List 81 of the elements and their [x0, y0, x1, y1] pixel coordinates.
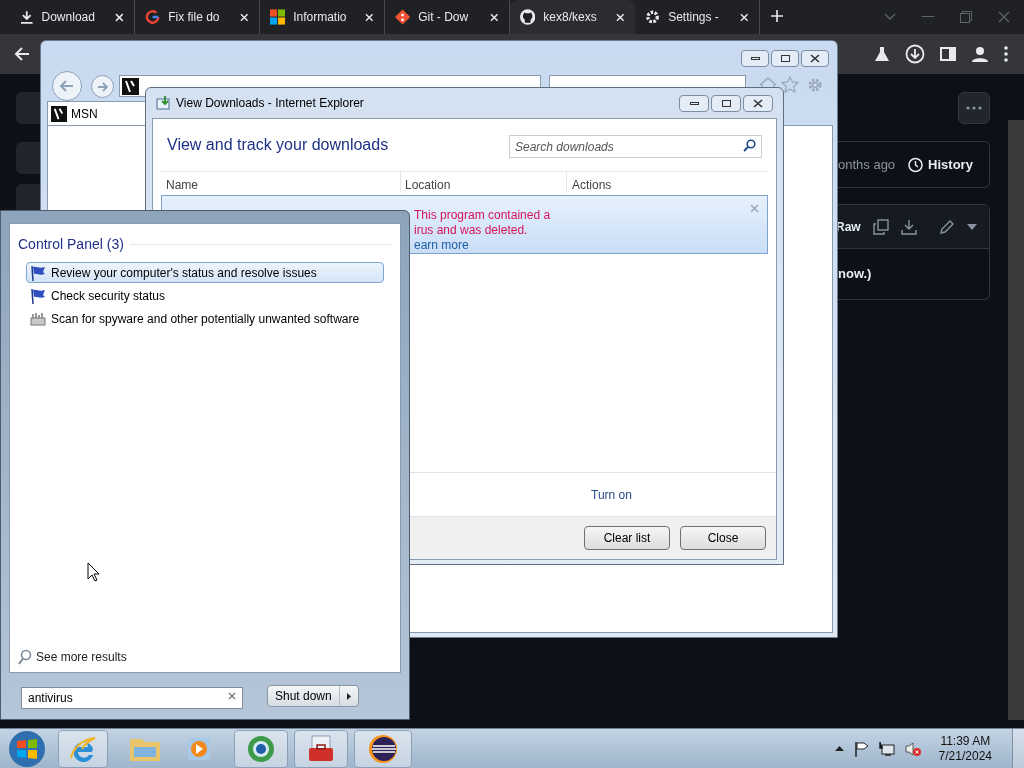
dialog-heading: View and track your downloads — [167, 135, 389, 155]
see-more-results[interactable]: See more results — [10, 648, 400, 672]
flask-icon[interactable] — [874, 46, 890, 62]
group-heading: Control Panel (3) — [18, 235, 124, 254]
forward-arrow-icon — [97, 81, 108, 92]
gear-icon — [645, 9, 661, 25]
turn-on-link[interactable]: Turn on — [591, 485, 632, 504]
column-header[interactable]: Name — [161, 172, 401, 193]
restore-icon[interactable] — [960, 11, 972, 23]
start-button[interactable] — [8, 729, 46, 768]
star-icon[interactable] — [781, 76, 799, 94]
maximize-button[interactable] — [711, 94, 741, 112]
download-icon[interactable] — [900, 218, 917, 235]
search-result[interactable]: Review your computer's status and resolve issues — [26, 262, 384, 283]
plus-icon — [770, 9, 784, 23]
maximize-button[interactable] — [771, 50, 799, 67]
copy-icon[interactable] — [872, 218, 889, 235]
sidebar-button[interactable] — [16, 92, 42, 124]
show-hidden-icons-icon[interactable] — [834, 746, 844, 751]
menu-icon[interactable] — [1004, 46, 1008, 62]
window-title: View Downloads - Internet Explorer — [176, 95, 364, 112]
file-text: now.) — [838, 265, 872, 284]
minimize-button[interactable] — [741, 50, 769, 67]
globe-taskbar-button[interactable] — [234, 729, 288, 768]
clear-icon[interactable] — [228, 692, 236, 700]
download-icon — [20, 10, 34, 24]
toolbox-icon — [306, 733, 336, 764]
g-logo-icon — [145, 9, 161, 25]
site-icon — [122, 77, 139, 95]
back-arrow-icon — [60, 80, 74, 92]
octocat-icon — [520, 9, 536, 25]
flag-icon — [30, 264, 46, 281]
updated-time: onths ago — [838, 155, 896, 174]
minimize-button[interactable] — [679, 94, 709, 112]
dots-icon — [966, 106, 982, 110]
show-desktop-button[interactable] — [1012, 728, 1024, 768]
flag-icon — [30, 287, 46, 304]
search-icon[interactable] — [743, 138, 756, 152]
browser-tab[interactable]: kex8/kexs — [510, 0, 635, 34]
learn-more-link[interactable]: earn more — [414, 238, 551, 253]
scrollbar[interactable] — [1008, 120, 1024, 720]
network-icon[interactable] — [878, 740, 895, 757]
pencil-icon[interactable] — [938, 218, 955, 235]
close-icon — [810, 54, 820, 63]
search-field[interactable]: antivirus — [21, 687, 243, 709]
volume-muted-icon[interactable] — [904, 740, 921, 757]
search-icon — [18, 649, 32, 665]
search-result[interactable]: Scan for spyware and other potentially unwanted software — [26, 308, 384, 329]
search-result[interactable]: Check security status — [26, 285, 384, 306]
arrow-right-icon — [346, 692, 351, 700]
back-icon[interactable] — [14, 46, 30, 62]
mouse-pointer-icon — [87, 562, 100, 582]
chevron-down-icon[interactable] — [884, 13, 896, 21]
four-squares-icon — [270, 9, 286, 25]
sidebar-button[interactable] — [16, 184, 42, 210]
flag-icon[interactable] — [853, 740, 869, 757]
close-icon — [753, 98, 763, 108]
scanner-icon — [30, 311, 46, 326]
download-window-icon — [156, 95, 172, 111]
diamond-icon — [395, 9, 411, 25]
dialog-button[interactable]: Close — [680, 526, 766, 550]
search-field[interactable]: Search downloads — [509, 135, 762, 158]
profile-icon[interactable] — [971, 45, 989, 63]
globe-icon — [246, 733, 276, 764]
close-button[interactable] — [743, 94, 773, 112]
history-button[interactable]: History — [907, 154, 973, 175]
sidebar-button[interactable] — [16, 142, 42, 174]
caret-icon[interactable] — [966, 223, 977, 230]
clock-date[interactable]: 7/21/2024 — [938, 748, 992, 764]
toolbox-taskbar-button[interactable] — [294, 729, 348, 768]
history-icon — [907, 156, 924, 173]
side-panel-icon[interactable] — [940, 46, 956, 62]
close-button[interactable] — [801, 50, 829, 67]
dialog-button[interactable]: Clear list — [584, 526, 670, 550]
minimize-icon[interactable] — [922, 16, 934, 18]
site-icon — [51, 105, 67, 122]
column-header[interactable]: Actions — [567, 172, 612, 193]
column-header[interactable]: Location — [401, 172, 567, 193]
virus-message: This program contained a irus and was deleted. — [414, 208, 551, 238]
browser-tab[interactable]: MSN — [47, 101, 147, 125]
clock-time[interactable]: 11:39 AM — [940, 733, 991, 749]
